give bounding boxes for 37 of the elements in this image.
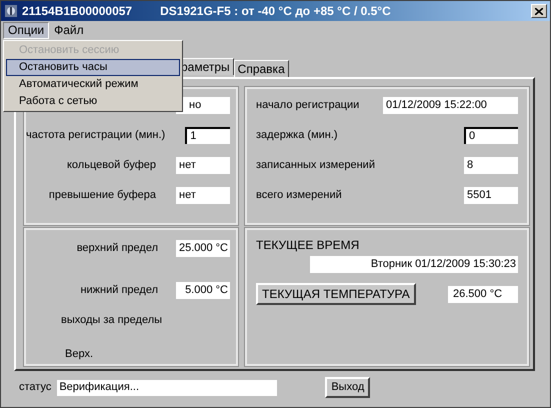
menu-item[interactable]: Файл bbox=[49, 22, 89, 38]
window-title: DS1921G-F5 : от -40 °C до +85 °C / 0.5°C bbox=[160, 3, 391, 20]
menu-item[interactable]: Опции bbox=[3, 22, 50, 38]
value-field: 01/12/2009 15:22:00 bbox=[383, 97, 518, 114]
value-field: 25.000 °C bbox=[176, 240, 230, 257]
value-field: 5501 bbox=[464, 187, 518, 204]
field-label: начало регистрации bbox=[256, 98, 360, 114]
field-label: верхний предел bbox=[76, 241, 158, 256]
close-button[interactable] bbox=[531, 4, 547, 18]
excursions-label: выходы за пределы bbox=[61, 313, 164, 328]
field-label: частота регистрации (мин.) bbox=[26, 128, 166, 144]
field-label: превышение буфера bbox=[48, 188, 157, 204]
current-temperature-button[interactable]: ТЕКУЩАЯ ТЕМПЕРАТУРА bbox=[256, 283, 416, 305]
field-label: нижний предел bbox=[80, 283, 158, 298]
field-label: записанных измерений bbox=[256, 158, 375, 174]
close-icon bbox=[535, 8, 543, 14]
app-icon bbox=[4, 4, 18, 18]
field-label: задержка (мин.) bbox=[256, 128, 338, 144]
value-field: 8 bbox=[464, 157, 518, 174]
status-field: Верификация... bbox=[57, 380, 278, 396]
field-label: всего измерений bbox=[256, 188, 342, 204]
window-title: 21154B1B00000057 bbox=[22, 3, 132, 20]
value-field: 5.000 °C bbox=[176, 282, 230, 299]
exit-button[interactable]: Выход bbox=[325, 377, 370, 398]
time-field: Вторник 01/12/2009 15:30:23 bbox=[310, 256, 518, 273]
upper-label: Верх. bbox=[65, 346, 94, 362]
value-field: нет bbox=[176, 187, 230, 204]
value-field: 26.500 °C bbox=[448, 286, 518, 302]
status-label: статус bbox=[19, 380, 52, 396]
menu-option[interactable]: Автоматический режим bbox=[6, 76, 180, 93]
value-field: нет bbox=[176, 157, 230, 174]
input-field[interactable]: 1 bbox=[185, 127, 230, 144]
field-label: кольцевой буфер bbox=[66, 158, 157, 174]
input-field[interactable]: 0 bbox=[464, 127, 518, 144]
clock-heading: ТЕКУЩЕЕ ВРЕМЯ bbox=[256, 237, 360, 254]
menu-option[interactable]: Остановить часы bbox=[6, 59, 180, 76]
tab[interactable]: Справка bbox=[234, 60, 289, 77]
